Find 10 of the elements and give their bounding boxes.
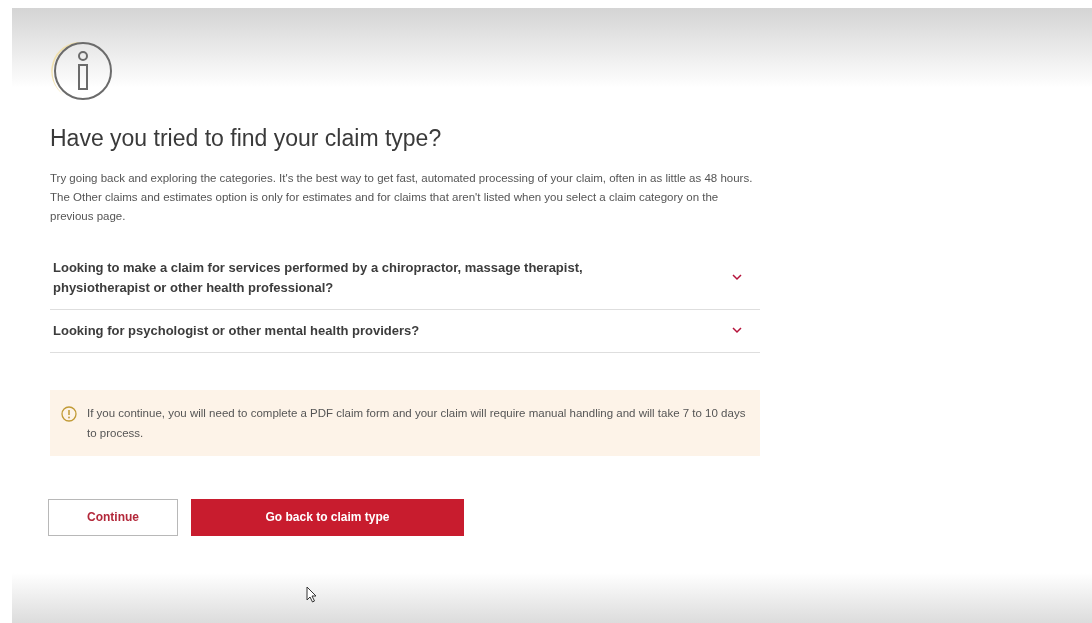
heading: Have you tried to find your claim type?	[50, 124, 443, 153]
continue-button[interactable]: Continue	[48, 498, 178, 536]
cursor-icon	[306, 586, 317, 603]
chevron-icon	[732, 274, 742, 282]
intro-paragraph: Try going back and exploring the categories. It's the best way to get fast, automated processing of your claim, often in as little as 48 hours. The Other claims and estimates option is only for estimates and for claims that aren't listed when you select a claim category on the previous page.	[50, 170, 754, 224]
chevron-icon	[732, 327, 742, 335]
info-icon	[50, 40, 112, 102]
warning-icon	[61, 405, 77, 422]
warning-text: If you continue, you will need to complete a PDF claim form and your claim will require manual handling and will take 7 to 10 days to process.	[87, 405, 747, 441]
go-back-button[interactable]: Go back to claim type	[191, 498, 464, 536]
